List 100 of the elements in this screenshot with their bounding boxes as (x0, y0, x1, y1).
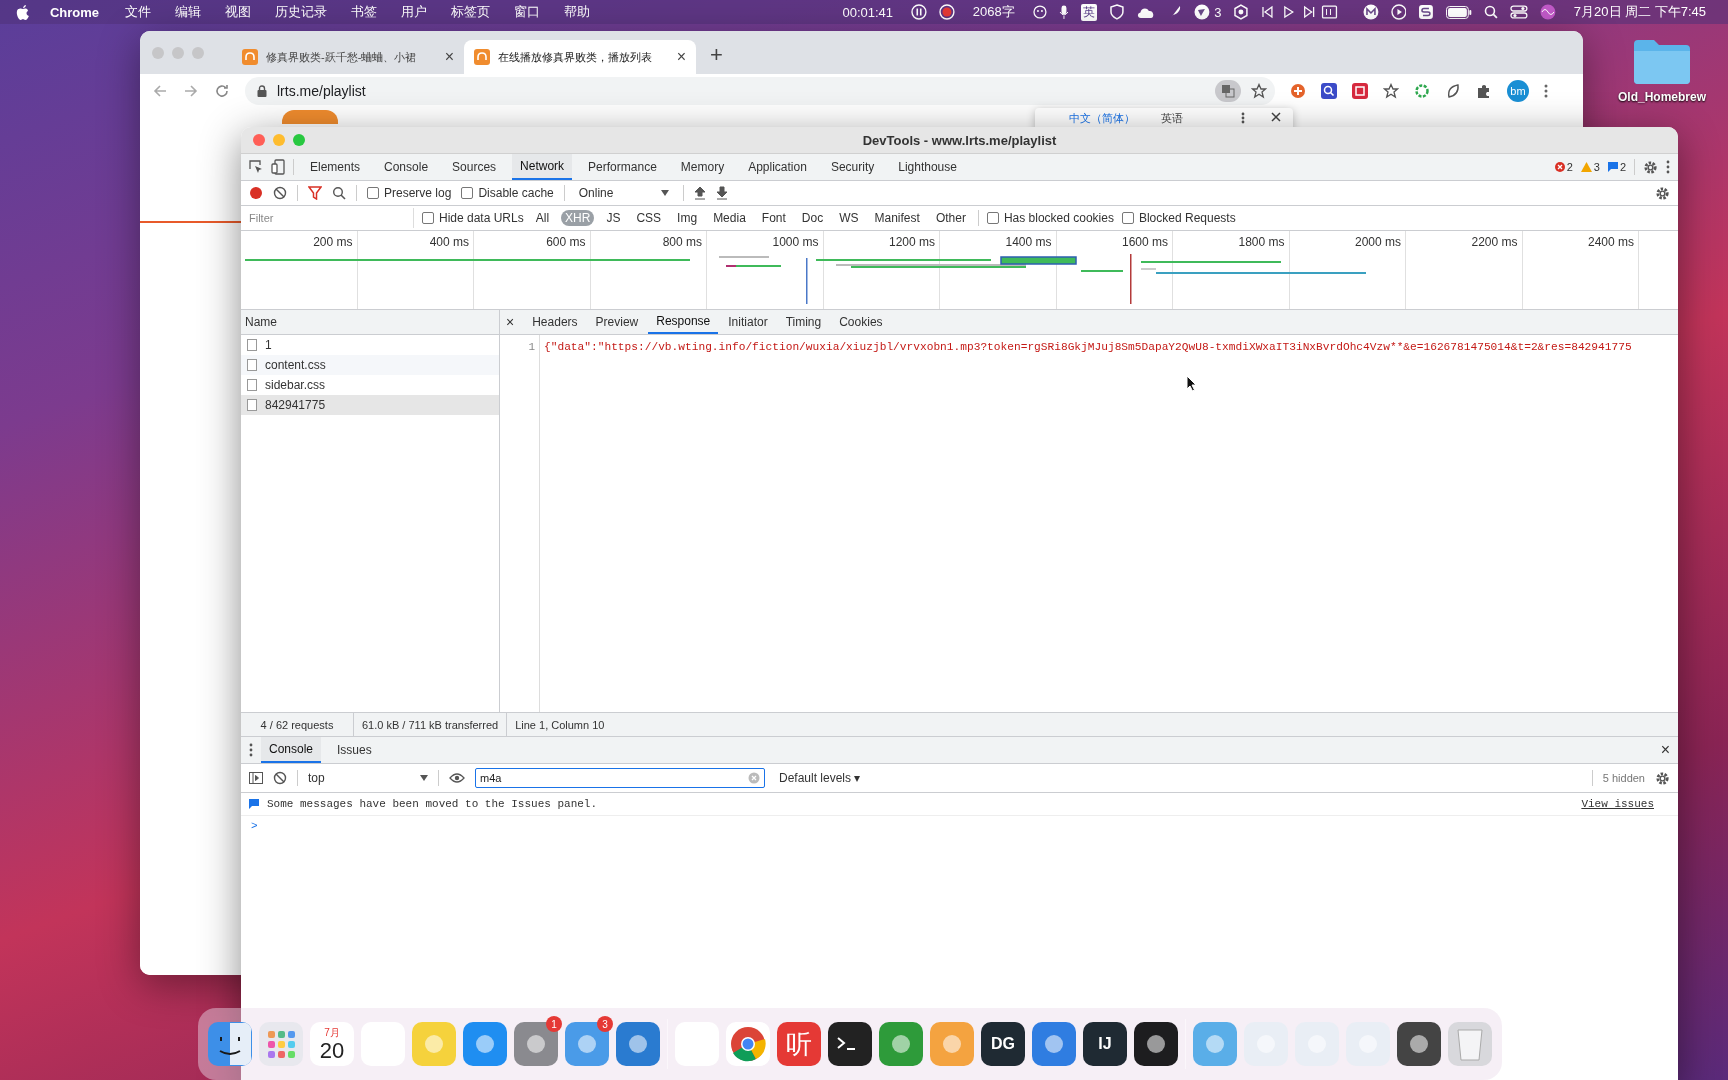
devtools-tab[interactable]: Memory (672, 154, 733, 180)
more-icon[interactable] (1241, 112, 1245, 124)
devtools-tab[interactable]: Elements (302, 154, 369, 180)
close-tab-button[interactable]: × (676, 48, 686, 66)
menu-item[interactable]: 标签页 (451, 3, 491, 21)
close-icon[interactable] (1271, 112, 1281, 122)
type-filter-chip[interactable]: All (531, 210, 554, 226)
more-icon[interactable] (249, 743, 253, 757)
checkbox-option[interactable]: Blocked Requests (1121, 211, 1236, 225)
sidebar-icon[interactable] (249, 772, 263, 784)
settings-icon[interactable] (1655, 770, 1670, 786)
stop-record-icon[interactable] (938, 4, 955, 20)
menu-item[interactable]: 文件 (125, 3, 152, 21)
menu-item[interactable]: 书签 (351, 3, 378, 21)
column-header[interactable]: Name (241, 310, 499, 335)
log-levels-dropdown[interactable]: Default levels ▾ (779, 771, 861, 785)
leaf-icon[interactable] (1445, 83, 1461, 99)
pause-icon[interactable] (911, 4, 927, 20)
menu-item[interactable]: 窗口 (514, 3, 541, 21)
menu-item[interactable]: 帮助 (564, 3, 591, 21)
detail-tab[interactable]: Preview (587, 310, 647, 334)
playback-controls-icon[interactable] (1261, 5, 1339, 19)
detail-tab[interactable]: Cookies (831, 310, 891, 334)
settings-icon[interactable] (1643, 159, 1658, 175)
devtools-tab[interactable]: Application (740, 154, 815, 180)
type-filter-chip[interactable]: JS (602, 210, 625, 226)
device-icon[interactable] (271, 159, 285, 175)
menu-item[interactable]: 历史记录 (275, 3, 328, 21)
clear-icon[interactable] (273, 186, 287, 200)
console-filter-field[interactable]: m4a (475, 768, 765, 788)
type-filter-chip[interactable]: CSS (632, 210, 666, 226)
profile-avatar[interactable]: bm (1507, 80, 1529, 102)
language-tab[interactable]: 英语 (1161, 111, 1183, 126)
drawer-tab[interactable]: Issues (329, 737, 380, 763)
app-icon[interactable]: IJ (1083, 1022, 1127, 1066)
devtools-tab[interactable]: Network (512, 154, 573, 180)
request-row[interactable]: sidebar.css (241, 375, 499, 395)
frame-square-icon[interactable] (1352, 83, 1368, 99)
devtools-tab[interactable]: Performance (580, 154, 665, 180)
download-icon[interactable] (716, 186, 729, 200)
devtools-tab[interactable]: Lighthouse (890, 154, 965, 180)
app-icon[interactable] (1134, 1022, 1178, 1066)
console-prompt[interactable]: > (251, 820, 258, 832)
star-icon[interactable] (1383, 83, 1399, 99)
magnifier-square-icon[interactable] (1321, 83, 1337, 99)
record-icon[interactable] (249, 186, 263, 200)
plus-circle-icon[interactable] (1290, 83, 1306, 99)
checkbox-option[interactable]: Has blocked cookies (986, 211, 1114, 225)
m-circle-icon[interactable] (1362, 4, 1379, 20)
control-center-icon[interactable] (1510, 5, 1528, 19)
clear-icon[interactable] (273, 771, 287, 785)
menu-clock[interactable]: 7月20日 周二 下午7:45 (1573, 3, 1707, 21)
menu-item[interactable]: 用户 (401, 3, 428, 21)
type-filter-chip[interactable]: Doc (797, 210, 828, 226)
close-tab-button[interactable]: × (444, 48, 454, 66)
issue-count[interactable]: 2 (1566, 161, 1573, 173)
clear-field-icon[interactable] (748, 772, 760, 784)
eye-icon[interactable] (449, 773, 465, 783)
app-icon[interactable] (208, 1022, 252, 1066)
browser-tab[interactable]: 在线播放修真界败类，播放列表 × (464, 40, 696, 74)
drawer-tab[interactable]: Console (261, 737, 322, 763)
detail-tab[interactable]: Initiator (720, 310, 776, 334)
checkbox-option[interactable]: Preserve log (367, 186, 452, 200)
more-icon[interactable] (1544, 84, 1548, 98)
browser-tab[interactable]: 修真界败类-跃千愁-蛐蛐、小裙 × (232, 40, 464, 74)
settings-icon[interactable] (1655, 185, 1670, 201)
address-bar[interactable]: lrts.me/playlist (245, 77, 1275, 105)
smiley-icon[interactable] (1032, 5, 1047, 19)
bird-icon[interactable] (1194, 4, 1211, 20)
search-icon[interactable] (1484, 5, 1499, 19)
s-square-icon[interactable] (1418, 4, 1435, 20)
hexagon-icon[interactable] (1233, 4, 1250, 20)
puzzle-icon[interactable] (1476, 83, 1492, 99)
context-dropdown[interactable]: top (308, 771, 428, 785)
menu-app-name[interactable]: Chrome (49, 4, 100, 20)
type-filter-chip[interactable]: Img (673, 210, 702, 226)
reload-icon[interactable] (214, 83, 230, 99)
app-icon[interactable]: DG (981, 1022, 1025, 1066)
desktop-icon-label[interactable]: Old_Homebrew (1618, 90, 1707, 104)
view-issues-link[interactable]: View issues (1581, 798, 1654, 810)
inspect-icon[interactable] (249, 160, 263, 174)
request-row[interactable]: 1 (241, 335, 499, 355)
devtools-tab[interactable]: Security (822, 154, 883, 180)
devtools-tab[interactable]: Console (376, 154, 437, 180)
siri-icon[interactable] (1539, 4, 1556, 20)
issue-count[interactable]: 2 (1619, 161, 1626, 173)
checkbox-option[interactable]: Disable cache (461, 186, 554, 200)
request-row[interactable]: 842941775 (241, 395, 499, 415)
detail-tab[interactable]: Timing (777, 310, 830, 334)
detail-tab[interactable]: Headers (524, 310, 586, 334)
app-icon[interactable]: 听 (777, 1022, 821, 1066)
more-icon[interactable] (1666, 160, 1670, 174)
type-filter-chip[interactable]: Media (709, 210, 750, 226)
language-tab[interactable]: 中文（简体） (1069, 111, 1135, 126)
request-row[interactable]: content.css (241, 355, 499, 375)
checkbox-option[interactable]: Hide data URLs (422, 211, 524, 225)
search-icon[interactable] (332, 186, 346, 200)
input-method-indicator[interactable]: 英 (1080, 3, 1097, 21)
apple-icon[interactable] (16, 4, 30, 20)
translate-icon[interactable] (1215, 80, 1241, 102)
